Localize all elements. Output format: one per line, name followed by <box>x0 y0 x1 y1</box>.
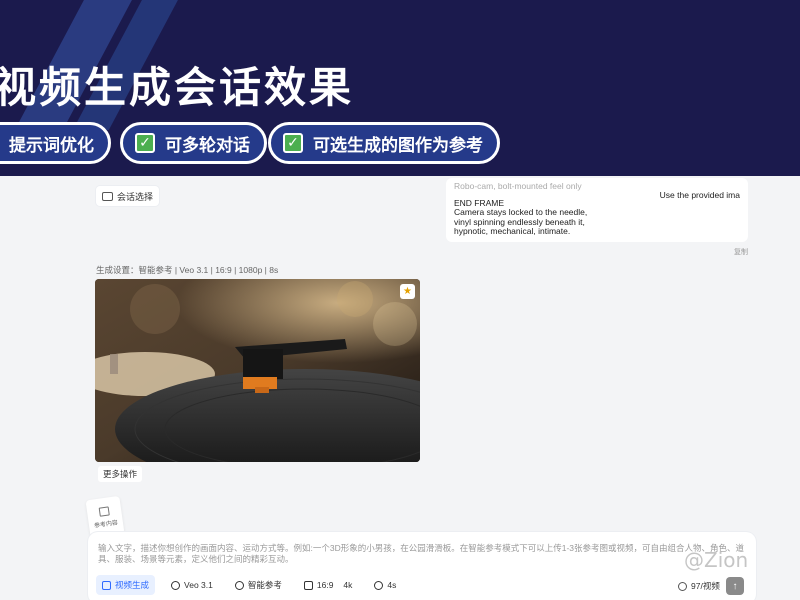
chat-icon <box>102 191 113 201</box>
session-select-button[interactable]: 会话选择 <box>96 186 160 206</box>
ratio-resolution-select[interactable]: 16:9 4k <box>298 575 359 595</box>
coin-icon <box>678 581 687 591</box>
credit-count-label: 97/视频 <box>691 581 720 591</box>
feature-pill: ✓ 可多轮对话 <box>120 122 267 164</box>
location-icon <box>234 580 244 590</box>
resolution-label: 4k <box>343 580 353 590</box>
reference-mode-label: 智能参考 <box>247 580 282 590</box>
send-button[interactable]: ↑ <box>726 577 744 595</box>
watermark: @Zion <box>684 548 749 572</box>
check-icon: ✓ <box>135 133 155 153</box>
reference-label: 参考内容 <box>93 519 119 530</box>
more-actions-button[interactable]: 更多操作 <box>98 466 143 482</box>
model-label: Veo 3.1 <box>184 580 213 590</box>
reference-mode-select[interactable]: 智能参考 <box>229 575 288 595</box>
mode-label: 视频生成 <box>115 580 150 590</box>
mode-select[interactable]: 视频生成 <box>96 575 156 595</box>
video-frame <box>95 279 420 462</box>
use-provided-button[interactable]: Use the provided ima <box>651 186 748 206</box>
aspect-ratio-icon <box>303 580 313 590</box>
composer-toolbar: 视频生成 Veo 3.1 智能参考 16:9 4k 4s <box>96 575 412 595</box>
prompt-input[interactable]: 输入文字，描述你想创作的画面内容、运动方式等。例如:一个3D形象的小男孩，在公园… <box>98 543 748 565</box>
generation-settings: 生成设置：智能参考 | Veo 3.1 | 16:9 | 1080p | 8s <box>96 265 279 275</box>
image-icon <box>98 505 110 517</box>
prompt-composer[interactable]: 输入文字，描述你想创作的画面内容、运动方式等。例如:一个3D形象的小男孩，在公园… <box>88 532 756 600</box>
video-icon <box>102 580 111 590</box>
duration-label: 4s <box>387 580 397 590</box>
generated-video[interactable]: ★ <box>95 279 420 462</box>
model-icon <box>171 580 181 590</box>
copy-button[interactable]: 复制 <box>734 247 748 257</box>
ratio-label: 16:9 <box>316 580 334 590</box>
prompt-card: Robo-cam, bolt-mounted feel only END FRA… <box>446 178 748 242</box>
model-select[interactable]: Veo 3.1 <box>165 575 219 595</box>
check-icon: ✓ <box>283 133 303 153</box>
promo-banner: 视频生成会话效果 提示词优化 ✓ 可多轮对话 ✓ 可选生成的图作为参考 <box>0 0 800 176</box>
banner-title: 视频生成会话效果 <box>0 63 355 112</box>
prompt-line: hypnotic, mechanical, intimate. <box>454 226 571 236</box>
feature-label: 提示词优化 <box>9 135 94 156</box>
arrow-up-icon: ↑ <box>732 580 738 592</box>
credit-count: 97/视频 <box>678 580 720 592</box>
feature-pill: 提示词优化 <box>0 122 111 164</box>
feature-pill: ✓ 可选生成的图作为参考 <box>268 122 500 164</box>
feature-label: 可选生成的图作为参考 <box>313 135 483 156</box>
star-icon[interactable]: ★ <box>400 284 415 299</box>
session-select-label: 会话选择 <box>117 191 154 202</box>
feature-label: 可多轮对话 <box>165 135 250 156</box>
duration-select[interactable]: 4s <box>368 575 402 595</box>
timer-icon <box>374 580 384 590</box>
